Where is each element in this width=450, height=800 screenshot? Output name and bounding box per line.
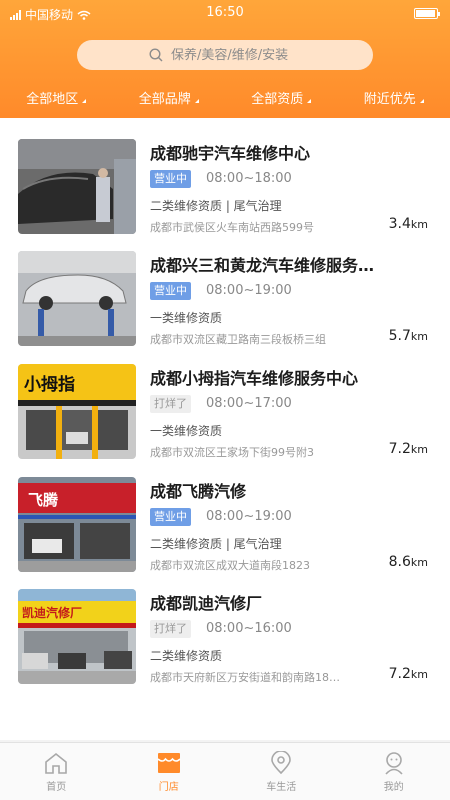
filter-bar: 全部地区 全部品牌 全部资质 附近优先: [0, 86, 450, 108]
tab-profile[interactable]: 我的: [338, 743, 450, 800]
business-hours: 08:00~19:00: [206, 509, 292, 524]
shop-sign-text: 小拇指: [24, 374, 75, 395]
filter-region[interactable]: 全部地区: [0, 86, 113, 108]
shop-sign-text: 飞腾: [28, 491, 59, 509]
search-bar[interactable]: [77, 40, 373, 70]
header: 中国移动 16:50 全部地区 全部品牌 全部资质 附近优先: [0, 0, 450, 118]
tab-label: 首页: [46, 781, 67, 793]
location-pin-icon: [271, 750, 292, 774]
status-bar: 中国移动 16:50: [0, 0, 450, 28]
shop-qualification: 一类维修资质: [150, 311, 223, 325]
dropdown-triangle-icon: [194, 99, 199, 103]
business-hours: 08:00~16:00: [206, 621, 292, 636]
status-badge: 打烊了: [150, 620, 191, 638]
shop-list-item[interactable]: 凯迪汽修厂 成都凯迪汽修厂 打烊了 08:00~16:00 二类维修资质 成都市…: [0, 568, 450, 684]
shop-list-item[interactable]: 飞腾 成都飞腾汽修 营业中 08:00~19:00 二类维修资质 | 尾气治理 …: [0, 456, 450, 572]
search-icon: [149, 48, 163, 62]
status-badge: 营业中: [150, 508, 191, 526]
status-badge: 打烊了: [150, 395, 191, 413]
shop-qualification: 二类维修资质 | 尾气治理: [150, 199, 282, 213]
shop-photo: 凯迪汽修厂: [18, 589, 136, 684]
store-icon: [157, 752, 181, 773]
business-hours: 08:00~19:00: [206, 283, 292, 298]
shop-distance: 5.7km: [388, 328, 428, 344]
shop-qualification: 二类维修资质 | 尾气治理: [150, 537, 282, 551]
profile-icon: [385, 751, 403, 775]
shop-list: 成都驰宇汽车维修中心 营业中 08:00~18:00 二类维修资质 | 尾气治理…: [0, 118, 450, 740]
battery-icon: [414, 8, 440, 19]
tab-car-life[interactable]: 车生活: [225, 743, 338, 800]
tab-label: 我的: [383, 781, 404, 793]
shop-photo: 飞腾: [18, 477, 136, 572]
shop-name: 成都飞腾汽修: [150, 482, 247, 501]
status-badge: 营业中: [150, 170, 191, 188]
tab-home[interactable]: 首页: [0, 743, 113, 800]
status-time: 16:50: [206, 5, 244, 20]
filter-brand[interactable]: 全部品牌: [113, 86, 226, 108]
search-input[interactable]: [171, 47, 301, 63]
shop-name: 成都兴三和黄龙汽车维修服务…: [150, 256, 375, 275]
shop-name: 成都凯迪汽修厂: [150, 594, 263, 613]
dropdown-triangle-icon: [82, 99, 87, 103]
business-hours: 08:00~17:00: [206, 396, 292, 411]
dropdown-triangle-icon: [307, 99, 312, 103]
tab-label: 车生活: [266, 781, 297, 793]
shop-qualification: 一类维修资质: [150, 424, 223, 438]
shop-qualification: 二类维修资质: [150, 649, 223, 663]
shop-distance: 7.2km: [388, 441, 428, 457]
bottom-tab-bar: 首页 门店 车生活 我的: [0, 742, 450, 800]
dropdown-triangle-icon: [419, 99, 424, 103]
shop-name: 成都驰宇汽车维修中心: [150, 144, 311, 163]
home-icon: [45, 752, 68, 774]
shop-sign-text: 凯迪汽修厂: [22, 605, 82, 620]
shop-photo: [18, 251, 136, 346]
tab-store[interactable]: 门店: [113, 743, 226, 800]
tab-label: 门店: [158, 781, 179, 793]
shop-list-item[interactable]: 成都兴三和黄龙汽车维修服务… 营业中 08:00~19:00 一类维修资质 成都…: [0, 230, 450, 346]
business-hours: 08:00~18:00: [206, 171, 292, 186]
shop-photo: 小拇指: [18, 364, 136, 459]
status-badge: 营业中: [150, 282, 191, 300]
shop-address: 成都市天府新区万安街道和韵南路18…: [150, 671, 340, 684]
shop-distance: 7.2km: [388, 666, 428, 682]
shop-name: 成都小拇指汽车维修服务中心: [150, 369, 359, 388]
filter-sort[interactable]: 附近优先: [338, 86, 450, 108]
shop-photo: [18, 139, 136, 234]
filter-qualification[interactable]: 全部资质: [225, 86, 338, 108]
shop-list-item[interactable]: 小拇指 成都小拇指汽车维修服务中心 打烊了 08:00~17:00 一类维修资质…: [0, 343, 450, 459]
shop-list-item[interactable]: 成都驰宇汽车维修中心 营业中 08:00~18:00 二类维修资质 | 尾气治理…: [0, 118, 450, 234]
